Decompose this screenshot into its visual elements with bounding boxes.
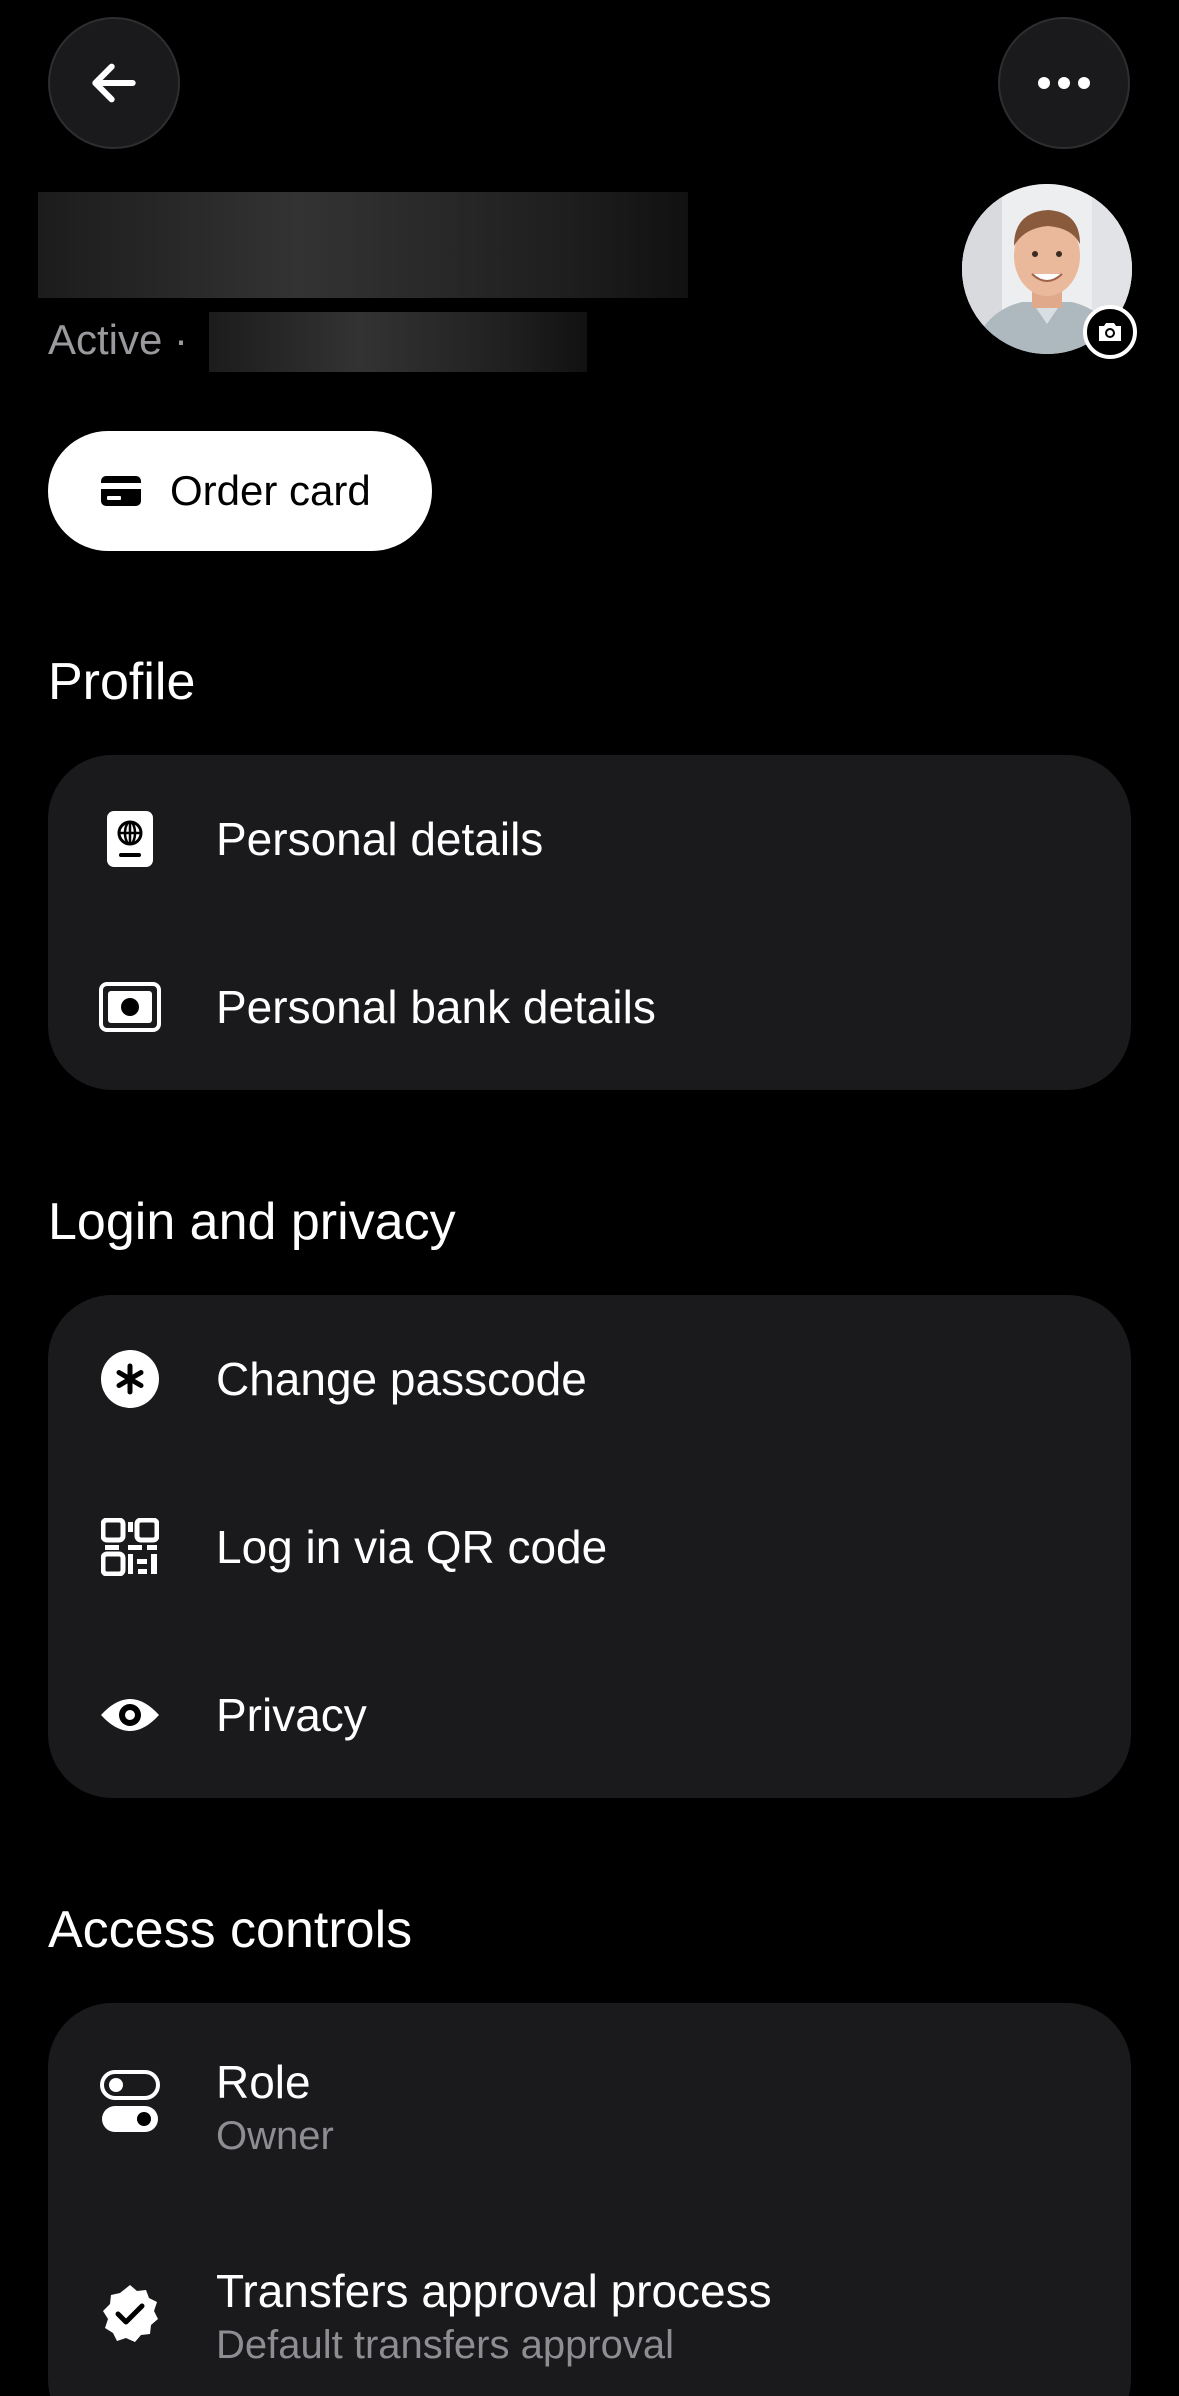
toggle-icon bbox=[98, 2070, 162, 2134]
role-value: Owner bbox=[216, 2114, 334, 2158]
order-card-button[interactable]: Order card bbox=[48, 431, 432, 551]
camera-icon bbox=[1099, 323, 1121, 341]
change-passcode-label: Change passcode bbox=[216, 1353, 587, 1405]
personal-details-item[interactable]: Personal details bbox=[48, 755, 1131, 923]
privacy-item[interactable]: Privacy bbox=[48, 1631, 1131, 1799]
personal-bank-details-item[interactable]: Personal bank details bbox=[48, 923, 1131, 1091]
passport-icon bbox=[98, 807, 162, 871]
section-title-profile: Profile bbox=[48, 653, 196, 711]
personal-bank-details-label: Personal bank details bbox=[216, 981, 656, 1033]
eye-icon bbox=[98, 1683, 162, 1747]
login-privacy-card: Change passcode Log in via QR code Priva… bbox=[48, 1295, 1131, 1798]
change-passcode-item[interactable]: Change passcode bbox=[48, 1295, 1131, 1463]
section-title-login-privacy: Login and privacy bbox=[48, 1193, 456, 1251]
qr-login-label: Log in via QR code bbox=[216, 1521, 608, 1573]
more-options-button[interactable] bbox=[998, 17, 1130, 149]
access-controls-card: Role Owner Transfers approval process De… bbox=[48, 2003, 1131, 2396]
qr-code-icon bbox=[98, 1515, 162, 1579]
profile-card: Personal details Personal bank details bbox=[48, 755, 1131, 1090]
asterisk-icon bbox=[98, 1347, 162, 1411]
account-status: Active · bbox=[48, 316, 189, 363]
account-id-redacted bbox=[209, 312, 587, 372]
transfers-approval-value: Default transfers approval bbox=[216, 2323, 675, 2367]
transfers-approval-item[interactable]: Transfers approval process Default trans… bbox=[48, 2225, 1131, 2396]
arrow-left-icon bbox=[92, 63, 136, 103]
change-photo-button[interactable] bbox=[1083, 305, 1137, 359]
personal-details-label: Personal details bbox=[216, 813, 544, 865]
transfers-approval-label: Transfers approval process bbox=[216, 2265, 772, 2317]
more-horizontal-icon bbox=[1038, 77, 1090, 89]
back-button[interactable] bbox=[48, 17, 180, 149]
role-item[interactable]: Role Owner bbox=[48, 2018, 1131, 2196]
role-label: Role bbox=[216, 2056, 311, 2108]
banknote-icon bbox=[98, 975, 162, 1039]
qr-login-item[interactable]: Log in via QR code bbox=[48, 1463, 1131, 1631]
account-screen: Active · Order card Profile Personal det… bbox=[0, 0, 1179, 2396]
section-title-access-controls: Access controls bbox=[48, 1901, 413, 1959]
privacy-label: Privacy bbox=[216, 1689, 367, 1741]
order-card-label: Order card bbox=[170, 467, 371, 514]
card-icon bbox=[101, 476, 141, 506]
account-name-redacted bbox=[38, 192, 688, 298]
verified-badge-icon bbox=[98, 2282, 162, 2346]
